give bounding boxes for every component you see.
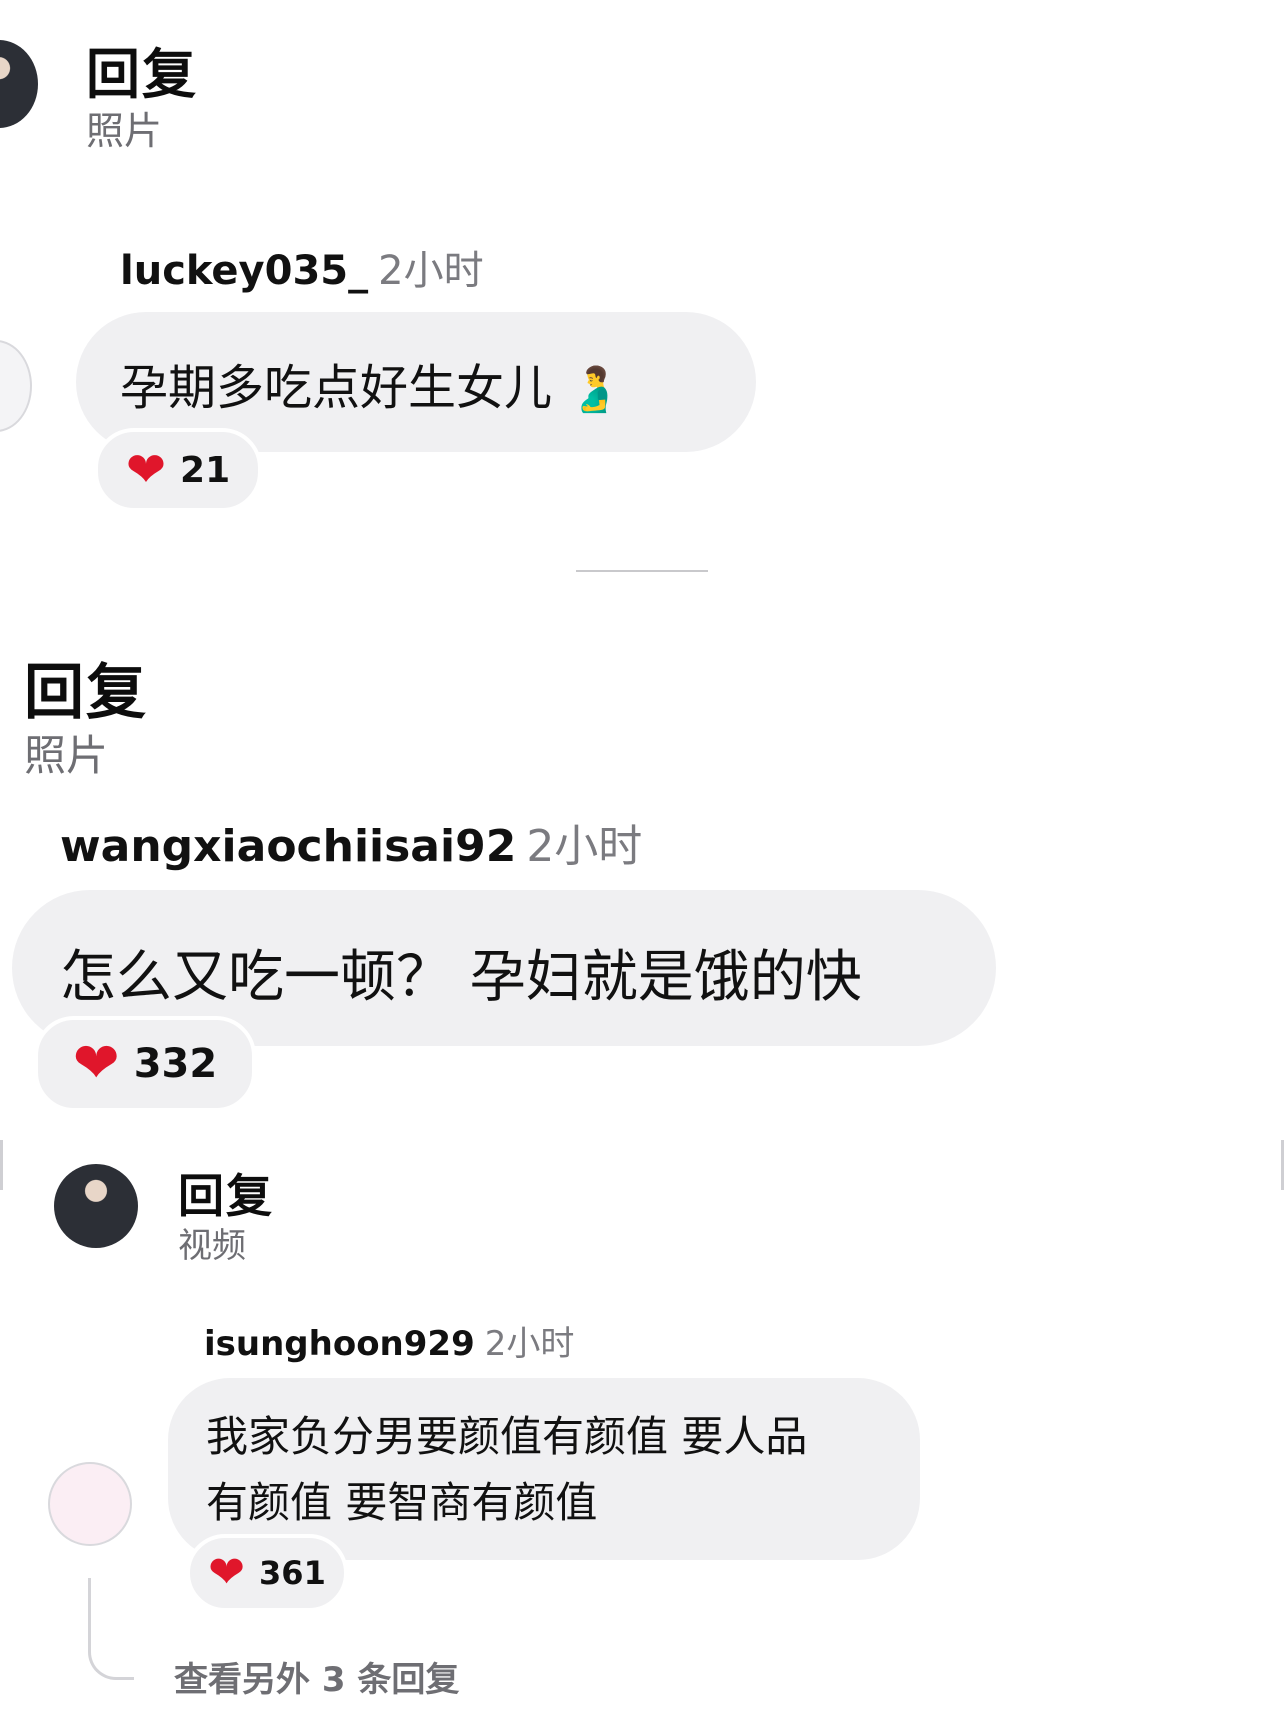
reaction-pill[interactable]: ❤ 361 bbox=[186, 1534, 348, 1612]
reaction-pill[interactable]: ❤ 21 bbox=[94, 428, 262, 512]
comment-bubble[interactable]: 我家负分男要颜值有颜值 要人品 有颜值 要智商有颜值 bbox=[168, 1378, 920, 1560]
replied-post-avatar[interactable] bbox=[0, 40, 38, 128]
replied-post-avatar[interactable] bbox=[54, 1164, 138, 1248]
username-text[interactable]: isunghoon929 bbox=[204, 1324, 475, 1364]
reply-title: 回复 bbox=[178, 1169, 274, 1223]
section-divider bbox=[576, 570, 708, 572]
comment-time: 2小时 bbox=[484, 1324, 575, 1364]
reply-type-label: 视频 bbox=[178, 1226, 246, 1266]
comment-username[interactable]: isunghoon929 2小时 bbox=[204, 1316, 574, 1365]
view-more-replies-link[interactable]: 查看另外 3 条回复 bbox=[174, 1652, 459, 1701]
comment-username[interactable]: luckey035_ 2小时 bbox=[120, 238, 484, 296]
comment-time: 2小时 bbox=[526, 821, 643, 872]
thread-connector bbox=[88, 1578, 134, 1680]
like-count: 332 bbox=[133, 1041, 218, 1087]
heart-icon: ❤ bbox=[208, 1547, 246, 1598]
heart-icon: ❤ bbox=[72, 1031, 120, 1096]
pregnant-man-emoji: 🫃 bbox=[567, 364, 623, 415]
username-text[interactable]: wangxiaochiisai92 bbox=[60, 821, 516, 872]
like-count: 21 bbox=[180, 449, 231, 491]
comment-text: 孕期多吃点好生女儿 bbox=[120, 360, 553, 416]
reply-type-label: 照片 bbox=[86, 109, 163, 153]
reply-title: 回复 bbox=[86, 43, 198, 106]
commenter-avatar[interactable] bbox=[0, 340, 32, 432]
comment-text-line: 我家负分男要颜值有颜值 要人品 bbox=[206, 1412, 808, 1461]
comment-username[interactable]: wangxiaochiisai92 2小时 bbox=[60, 810, 642, 874]
comment-text: 怎么又吃一顿？ 孕妇就是饿的快 bbox=[60, 945, 862, 1010]
left-edge-line bbox=[0, 1140, 3, 1190]
reaction-pill[interactable]: ❤ 332 bbox=[34, 1016, 256, 1112]
heart-icon: ❤ bbox=[125, 442, 167, 498]
reply-title: 回复 bbox=[24, 658, 148, 728]
username-text[interactable]: luckey035_ bbox=[120, 248, 368, 294]
like-count: 361 bbox=[259, 1554, 326, 1592]
reply-type-label: 照片 bbox=[24, 731, 109, 780]
comment-time: 2小时 bbox=[378, 248, 484, 294]
commenter-avatar[interactable] bbox=[48, 1462, 132, 1546]
comment-text-line: 有颜值 要智商有颜值 bbox=[206, 1478, 598, 1527]
